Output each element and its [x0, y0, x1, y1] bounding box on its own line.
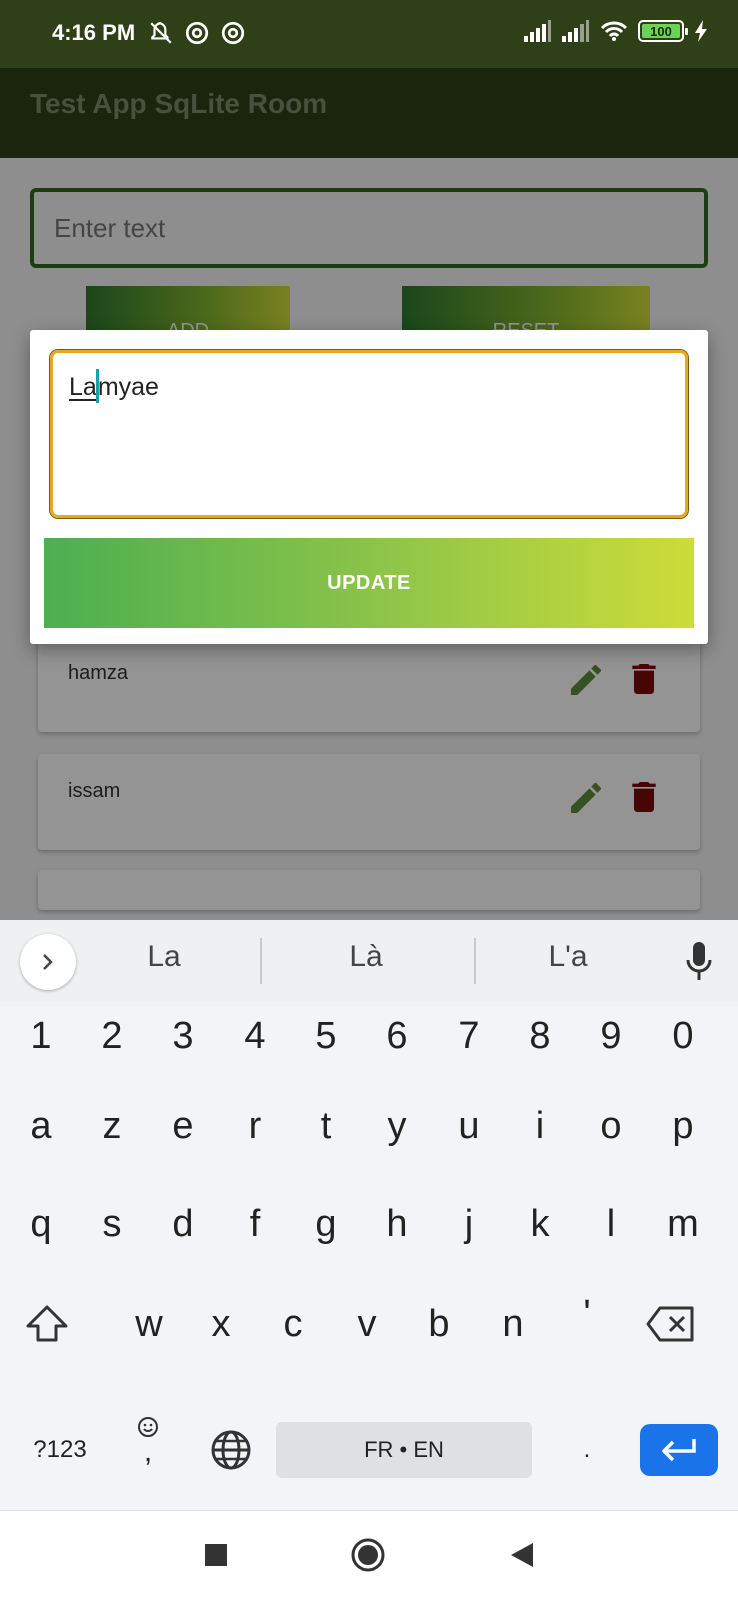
- key-n[interactable]: n: [478, 1284, 548, 1364]
- expand-toolbar-button[interactable]: [20, 934, 76, 990]
- notifications-off-icon: [150, 22, 172, 44]
- battery-level: 100: [650, 23, 672, 39]
- status-time: 4:16 PM: [52, 20, 136, 45]
- remaining-text: myae: [97, 372, 159, 401]
- key-v[interactable]: v: [332, 1284, 402, 1364]
- recents-icon: [205, 1544, 227, 1566]
- symbols-key[interactable]: ?123: [22, 1410, 98, 1490]
- emoji-comma-key[interactable]: ,: [116, 1390, 180, 1490]
- suggestion-2[interactable]: Là: [276, 940, 456, 974]
- key-d[interactable]: d: [148, 1184, 218, 1264]
- key-e[interactable]: e: [148, 1086, 218, 1166]
- backspace-icon: [646, 1306, 694, 1342]
- signal-icon: [524, 20, 551, 42]
- navigation-bar: [0, 1510, 738, 1600]
- status-right-icons: 100: [524, 20, 708, 42]
- backspace-key[interactable]: [636, 1284, 706, 1364]
- status-left-icons: [148, 20, 246, 46]
- status-bar: 4:16 PM 100: [0, 0, 738, 68]
- language-key[interactable]: [196, 1410, 266, 1490]
- key-9[interactable]: 9: [576, 996, 646, 1076]
- key-7[interactable]: 7: [434, 996, 504, 1076]
- data-saver-icon: [221, 21, 245, 45]
- key-o[interactable]: o: [576, 1086, 646, 1166]
- update-button[interactable]: UPDATE: [44, 538, 694, 628]
- home-button[interactable]: [346, 1533, 390, 1577]
- key-q[interactable]: q: [6, 1184, 76, 1264]
- key-g[interactable]: g: [291, 1184, 361, 1264]
- key-3[interactable]: 3: [148, 996, 218, 1076]
- update-dialog: Lamyae UPDATE: [30, 330, 708, 644]
- key-1[interactable]: 1: [6, 996, 76, 1076]
- key-z[interactable]: z: [77, 1086, 147, 1166]
- key-k[interactable]: k: [505, 1184, 575, 1264]
- key-2[interactable]: 2: [77, 996, 147, 1076]
- key-t[interactable]: t: [291, 1086, 361, 1166]
- update-text-field[interactable]: Lamyae: [50, 350, 688, 518]
- key-0[interactable]: 0: [648, 996, 718, 1076]
- enter-icon: [662, 1439, 696, 1462]
- space-bar[interactable]: FR • EN: [276, 1422, 532, 1478]
- key-6[interactable]: 6: [362, 996, 432, 1076]
- key-u[interactable]: u: [434, 1086, 504, 1166]
- suggestion-bar: La Là L'a: [0, 920, 738, 1002]
- key-p[interactable]: p: [648, 1086, 718, 1166]
- chevron-right-icon: [43, 954, 53, 970]
- divider: [474, 938, 476, 984]
- comma-label: ,: [143, 1435, 153, 1468]
- key-j[interactable]: j: [434, 1184, 504, 1264]
- suggestion-3[interactable]: L'a: [478, 940, 658, 974]
- key-m[interactable]: m: [648, 1184, 718, 1264]
- key-x[interactable]: x: [186, 1284, 256, 1364]
- key-a[interactable]: a: [6, 1086, 76, 1166]
- key-y[interactable]: y: [362, 1086, 432, 1166]
- globe-icon: [211, 1430, 251, 1470]
- shift-icon: [26, 1305, 68, 1342]
- key-f[interactable]: f: [220, 1184, 290, 1264]
- soft-keyboard: La Là L'a 1 2 3 4 5 6 7 8 9 0 a z e r t …: [0, 920, 738, 1510]
- text-cursor: [95, 369, 99, 403]
- key-5[interactable]: 5: [291, 996, 361, 1076]
- key-c[interactable]: c: [258, 1284, 328, 1364]
- key-i[interactable]: i: [505, 1086, 575, 1166]
- battery-icon: 100: [638, 20, 688, 42]
- back-icon: [511, 1543, 533, 1567]
- suggestion-1[interactable]: La: [74, 940, 254, 974]
- charging-icon: [695, 20, 707, 42]
- key-w[interactable]: w: [114, 1284, 184, 1364]
- signal-icon: [562, 20, 589, 42]
- microphone-icon[interactable]: [684, 940, 714, 982]
- back-button[interactable]: [500, 1533, 544, 1577]
- recents-button[interactable]: [194, 1533, 238, 1577]
- composing-text: La: [69, 372, 97, 401]
- divider: [260, 938, 262, 984]
- data-saver-icon: [185, 21, 209, 45]
- key-8[interactable]: 8: [505, 996, 575, 1076]
- key-h[interactable]: h: [362, 1184, 432, 1264]
- update-text-value: Lamyae: [69, 369, 159, 403]
- shift-key[interactable]: [12, 1284, 82, 1364]
- key-apostrophe[interactable]: ': [552, 1274, 622, 1354]
- key-r[interactable]: r: [220, 1086, 290, 1166]
- key-4[interactable]: 4: [220, 996, 290, 1076]
- period-key[interactable]: .: [552, 1410, 622, 1490]
- home-icon: [351, 1538, 385, 1572]
- key-b[interactable]: b: [404, 1284, 474, 1364]
- enter-key[interactable]: [640, 1424, 718, 1476]
- wifi-icon: [600, 21, 628, 41]
- key-l[interactable]: l: [576, 1184, 646, 1264]
- key-s[interactable]: s: [77, 1184, 147, 1264]
